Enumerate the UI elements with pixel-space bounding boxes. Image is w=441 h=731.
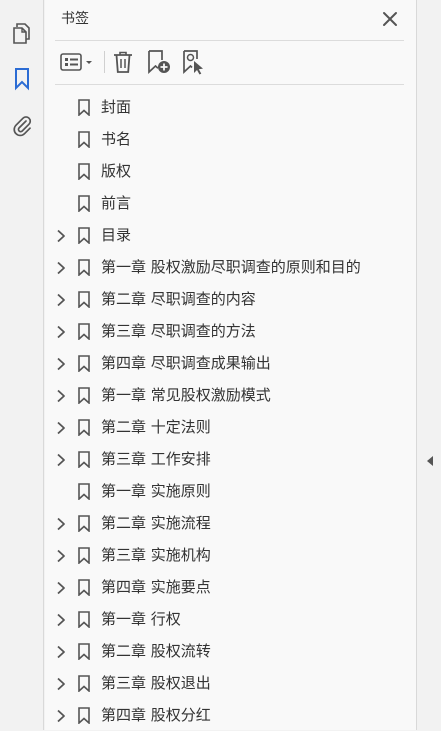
- bookmark-row[interactable]: 第二章 十定法则: [45, 411, 416, 443]
- bookmark-label: 第一章 实施原则: [101, 482, 211, 500]
- bookmark-toolbar: [45, 44, 416, 80]
- bookmark-label: 版权: [101, 162, 132, 180]
- chevron-right-icon[interactable]: [56, 292, 66, 307]
- bookmarks-panel: 书签 封面 书名 版权 前言 目录 第一章 股权激励尽职调查的原则和目的 第二章…: [45, 0, 416, 730]
- bookmark-label: 目录: [101, 226, 132, 244]
- bookmark-icon: [78, 259, 90, 277]
- divider: [55, 84, 404, 85]
- bookmark-row[interactable]: 目录: [45, 219, 416, 251]
- close-icon[interactable]: [381, 10, 399, 28]
- bookmark-label: 第一章 行权: [101, 610, 181, 628]
- bookmark-label: 第二章 股权流转: [101, 642, 211, 660]
- bookmark-icon: [78, 323, 90, 341]
- bookmark-label: 第一章 常见股权激励模式: [101, 386, 271, 404]
- chevron-right-icon[interactable]: [56, 676, 66, 691]
- bookmark-icon: [78, 419, 90, 437]
- panel-title: 书签: [61, 11, 89, 27]
- bookmark-row[interactable]: 前言: [45, 187, 416, 219]
- bookmark-row[interactable]: 第一章 常见股权激励模式: [45, 379, 416, 411]
- bookmark-label: 第三章 实施机构: [101, 546, 211, 564]
- bookmark-icon: [78, 707, 90, 725]
- panel-collapse-strip[interactable]: [416, 0, 441, 730]
- bookmark-row[interactable]: 第三章 工作安排: [45, 443, 416, 475]
- chevron-right-icon[interactable]: [56, 708, 66, 723]
- bookmark-label: 第三章 股权退出: [101, 674, 211, 692]
- bookmark-row[interactable]: 第二章 实施流程: [45, 507, 416, 539]
- new-bookmark-icon[interactable]: [145, 50, 171, 74]
- bookmark-icon: [78, 227, 90, 245]
- bookmark-icon: [78, 483, 90, 501]
- bookmark-row[interactable]: 第二章 尽职调查的内容: [45, 283, 416, 315]
- chevron-right-icon[interactable]: [56, 548, 66, 563]
- bookmark-label: 第二章 十定法则: [101, 418, 211, 436]
- chevron-right-icon[interactable]: [56, 516, 66, 531]
- bookmark-row[interactable]: 第一章 股权激励尽职调查的原则和目的: [45, 251, 416, 283]
- bookmark-icon: [78, 675, 90, 693]
- bookmark-icon: [78, 131, 90, 149]
- bookmark-row[interactable]: 第一章 行权: [45, 603, 416, 635]
- bookmark-from-selection-icon[interactable]: [180, 50, 206, 75]
- chevron-right-icon[interactable]: [56, 260, 66, 275]
- bookmark-icon: [78, 195, 90, 213]
- bookmark-row[interactable]: 第三章 实施机构: [45, 539, 416, 571]
- bookmark-icon: [78, 451, 90, 469]
- chevron-right-icon[interactable]: [56, 612, 66, 627]
- bookmark-icon[interactable]: [9, 66, 35, 92]
- bookmark-label: 第三章 工作安排: [101, 450, 211, 468]
- bookmark-label: 第四章 股权分红: [101, 706, 211, 724]
- bookmark-label: 第一章 股权激励尽职调查的原则和目的: [101, 258, 361, 276]
- bookmark-icon: [78, 643, 90, 661]
- bookmark-label: 第二章 尽职调查的内容: [101, 290, 256, 308]
- bookmark-icon: [78, 291, 90, 309]
- bookmark-icon: [78, 611, 90, 629]
- bookmark-row[interactable]: 第四章 尽职调查成果输出: [45, 347, 416, 379]
- bookmark-icon: [78, 579, 90, 597]
- bookmark-icon: [78, 99, 90, 117]
- bookmark-row[interactable]: 第二章 股权流转: [45, 635, 416, 667]
- options-menu-icon[interactable]: [59, 50, 97, 74]
- delete-icon[interactable]: [112, 50, 134, 74]
- chevron-right-icon[interactable]: [56, 580, 66, 595]
- bookmark-label: 封面: [101, 98, 132, 116]
- bookmark-icon: [78, 387, 90, 405]
- chevron-right-icon[interactable]: [56, 420, 66, 435]
- divider: [55, 40, 404, 41]
- bookmark-label: 第三章 尽职调查的方法: [101, 322, 256, 340]
- attachment-icon[interactable]: [9, 112, 35, 138]
- chevron-right-icon[interactable]: [56, 356, 66, 371]
- chevron-right-icon[interactable]: [56, 452, 66, 467]
- chevron-right-icon[interactable]: [56, 228, 66, 243]
- chevron-right-icon[interactable]: [56, 324, 66, 339]
- bookmark-icon: [78, 515, 90, 533]
- bookmark-row[interactable]: 封面: [45, 91, 416, 123]
- bookmark-label: 第四章 尽职调查成果输出: [101, 354, 271, 372]
- bookmark-icon: [78, 163, 90, 181]
- bookmark-row[interactable]: 版权: [45, 155, 416, 187]
- chevron-right-icon[interactable]: [56, 388, 66, 403]
- bookmark-icon: [78, 355, 90, 373]
- bookmark-label: 书名: [101, 130, 132, 148]
- bookmark-row[interactable]: 书名: [45, 123, 416, 155]
- chevron-right-icon[interactable]: [56, 644, 66, 659]
- bookmark-row[interactable]: 第三章 尽职调查的方法: [45, 315, 416, 347]
- bookmark-row[interactable]: 第三章 股权退出: [45, 667, 416, 699]
- left-navigation-rail: [0, 0, 44, 730]
- toolbar-separator: [104, 51, 105, 73]
- collapse-arrow-icon[interactable]: [426, 452, 434, 466]
- bookmark-label: 第四章 实施要点: [101, 578, 211, 596]
- bookmark-row[interactable]: 第四章 实施要点: [45, 571, 416, 603]
- pages-icon[interactable]: [9, 20, 35, 46]
- bookmark-row[interactable]: 第四章 股权分红: [45, 699, 416, 731]
- bookmark-label: 第二章 实施流程: [101, 514, 211, 532]
- bookmark-icon: [78, 547, 90, 565]
- bookmark-row[interactable]: 第一章 实施原则: [45, 475, 416, 507]
- bookmark-label: 前言: [101, 194, 132, 212]
